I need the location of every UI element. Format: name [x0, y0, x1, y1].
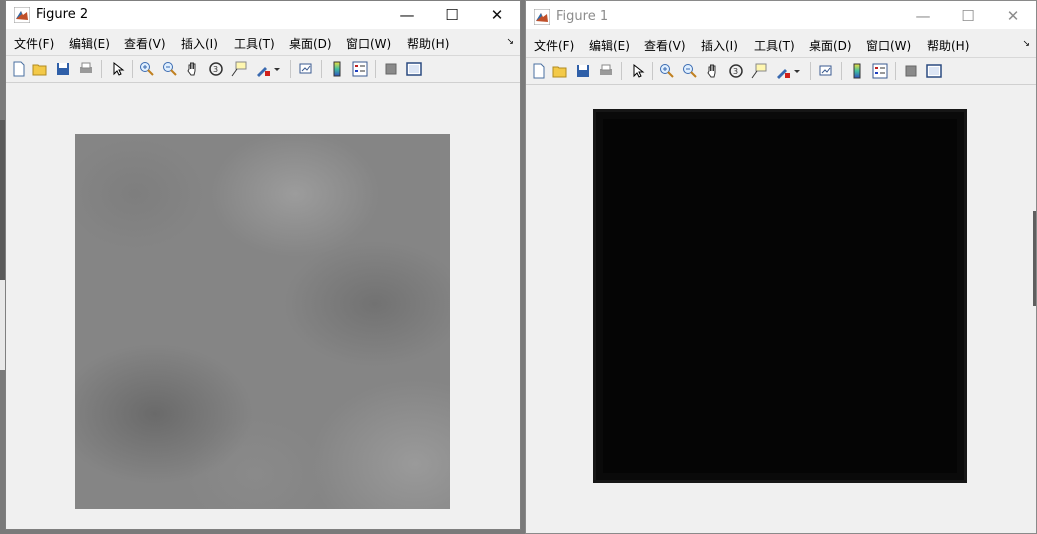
menu-desktop[interactable]: 桌面(D)	[809, 37, 852, 54]
show-plot-tools-icon[interactable]	[405, 60, 423, 78]
menu-edit[interactable]: 编辑(E)	[69, 35, 110, 52]
menu-tools[interactable]: 工具(T)	[754, 37, 795, 54]
open-file-icon[interactable]	[551, 62, 569, 80]
menu-help[interactable]: 帮助(H)	[407, 35, 449, 52]
matlab-logo-icon	[533, 8, 551, 26]
pan-icon[interactable]	[184, 60, 202, 78]
menu-view[interactable]: 查看(V)	[124, 35, 166, 52]
zoom-out-icon[interactable]	[681, 62, 699, 80]
save-icon[interactable]	[574, 62, 592, 80]
menu-overflow-icon[interactable]: ↘	[506, 37, 514, 47]
toolbar-separator	[895, 62, 896, 80]
figure-1-window[interactable]: Figure 1 — ☐ ✕ 文件(F) 编辑(E) 查看(V) 插入(I) 工…	[525, 0, 1037, 534]
menu-window[interactable]: 窗口(W)	[346, 35, 391, 52]
menu-file[interactable]: 文件(F)	[14, 35, 54, 52]
legend-icon[interactable]	[351, 60, 369, 78]
toolbar-separator	[132, 60, 133, 78]
close-button[interactable]: ✕	[990, 2, 1036, 30]
minimize-button[interactable]: —	[900, 2, 946, 30]
colorbar-icon[interactable]	[848, 62, 866, 80]
menu-file[interactable]: 文件(F)	[534, 37, 574, 54]
colorbar-icon[interactable]	[328, 60, 346, 78]
toolbar-separator	[621, 62, 622, 80]
figure-toolbar: 3	[526, 57, 1036, 85]
image-axes[interactable]	[593, 109, 967, 483]
menu-desktop[interactable]: 桌面(D)	[289, 35, 332, 52]
window-title: Figure 1	[556, 9, 609, 24]
maximize-button[interactable]: ☐	[429, 1, 475, 29]
menu-insert[interactable]: 插入(I)	[701, 37, 738, 54]
figure-toolbar: 3	[6, 55, 520, 83]
menu-insert[interactable]: 插入(I)	[181, 35, 218, 52]
pointer-icon[interactable]	[109, 60, 127, 78]
figure-canvas	[526, 86, 1036, 533]
new-figure-icon[interactable]	[10, 60, 28, 78]
menu-view[interactable]: 查看(V)	[644, 37, 686, 54]
title-bar[interactable]: Figure 1 — ☐ ✕	[526, 1, 1036, 29]
toolbar-separator	[375, 60, 376, 78]
data-cursor-icon[interactable]	[230, 60, 248, 78]
zoom-in-icon[interactable]	[658, 62, 676, 80]
rotate-3d-icon[interactable]: 3	[207, 60, 225, 78]
hide-plot-tools-icon[interactable]	[382, 60, 400, 78]
svg-text:3: 3	[213, 65, 218, 74]
close-button[interactable]: ✕	[474, 1, 520, 29]
zoom-in-icon[interactable]	[138, 60, 156, 78]
zoom-out-icon[interactable]	[161, 60, 179, 78]
menu-help[interactable]: 帮助(H)	[927, 37, 969, 54]
window-title: Figure 2	[36, 7, 89, 22]
matlab-logo-icon	[13, 6, 31, 24]
toolbar-separator	[810, 62, 811, 80]
toolbar-separator	[652, 62, 653, 80]
new-figure-icon[interactable]	[530, 62, 548, 80]
rotate-3d-icon[interactable]: 3	[727, 62, 745, 80]
brush-icon[interactable]	[254, 60, 272, 78]
print-icon[interactable]	[597, 62, 615, 80]
image-axes[interactable]	[75, 134, 450, 509]
brush-dropdown-icon[interactable]	[792, 62, 802, 80]
menu-overflow-icon[interactable]: ↘	[1022, 39, 1030, 49]
link-plot-icon[interactable]	[297, 60, 315, 78]
toolbar-separator	[101, 60, 102, 78]
legend-icon[interactable]	[871, 62, 889, 80]
figure-2-window[interactable]: Figure 2 — ☐ ✕ 文件(F) 编辑(E) 查看(V) 插入(I) 工…	[5, 0, 521, 530]
minimize-button[interactable]: —	[384, 1, 430, 29]
show-plot-tools-icon[interactable]	[925, 62, 943, 80]
open-file-icon[interactable]	[31, 60, 49, 78]
hide-plot-tools-icon[interactable]	[902, 62, 920, 80]
link-plot-icon[interactable]	[817, 62, 835, 80]
print-icon[interactable]	[77, 60, 95, 78]
window-edge	[1033, 211, 1036, 306]
menu-window[interactable]: 窗口(W)	[866, 37, 911, 54]
toolbar-separator	[290, 60, 291, 78]
pointer-icon[interactable]	[629, 62, 647, 80]
menu-edit[interactable]: 编辑(E)	[589, 37, 630, 54]
toolbar-separator	[841, 62, 842, 80]
figure-canvas	[6, 83, 520, 529]
toolbar-separator	[321, 60, 322, 78]
brush-icon[interactable]	[774, 62, 792, 80]
title-bar[interactable]: Figure 2 — ☐ ✕	[6, 1, 520, 29]
svg-text:3: 3	[733, 67, 738, 76]
maximize-button[interactable]: ☐	[945, 2, 991, 30]
brush-dropdown-icon[interactable]	[272, 60, 282, 78]
menu-bar: 文件(F) 编辑(E) 查看(V) 插入(I) 工具(T) 桌面(D) 窗口(W…	[6, 29, 520, 55]
save-icon[interactable]	[54, 60, 72, 78]
menu-bar: 文件(F) 编辑(E) 查看(V) 插入(I) 工具(T) 桌面(D) 窗口(W…	[526, 31, 1036, 57]
data-cursor-icon[interactable]	[750, 62, 768, 80]
pan-icon[interactable]	[704, 62, 722, 80]
menu-tools[interactable]: 工具(T)	[234, 35, 275, 52]
